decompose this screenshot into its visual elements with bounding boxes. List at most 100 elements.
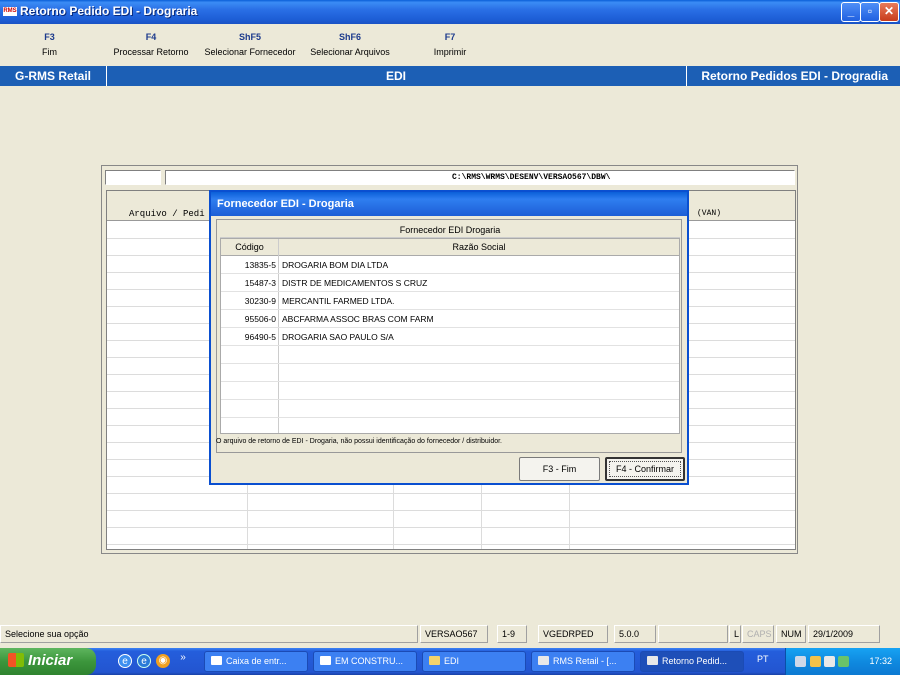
task-rms-retail[interactable]: RMS Retail - [... <box>531 651 635 672</box>
mail-icon <box>211 656 222 665</box>
cell-codigo: 30230-9 <box>244 296 276 306</box>
header-product: G-RMS Retail <box>14 69 91 83</box>
fkey-fim[interactable]: F3 Fim <box>27 32 72 57</box>
task-label: Retorno Pedid... <box>662 656 728 666</box>
cell-razao-social: ABCFARMA ASSOC BRAS COM FARM <box>282 314 434 324</box>
fkey-imprimir[interactable]: F7 Imprimir <box>425 32 475 57</box>
fim-button[interactable]: F3 - Fim <box>519 457 600 481</box>
maximize-button[interactable]: ▫ <box>860 2 880 22</box>
fornecedor-grid[interactable]: Código Razão Social 13835-5 DROGARIA BOM… <box>220 238 680 434</box>
rms-icon <box>647 656 658 665</box>
empty-row[interactable] <box>221 346 679 364</box>
task-label: EDI <box>444 656 460 666</box>
empty-row[interactable] <box>221 382 679 400</box>
fkey-label: Imprimir <box>433 47 467 57</box>
cell-razao-social: DISTR DE MEDICAMENTOS S CRUZ <box>282 278 428 288</box>
path-field-1[interactable] <box>105 170 161 185</box>
directory-path: C:\RMS\WRMS\DESENV\VERSAO567\DBW\ <box>452 173 611 182</box>
network-icon[interactable] <box>795 656 806 667</box>
col-arquivo-pedido: Arquivo / Pedi <box>129 209 205 219</box>
module-header: G-RMS Retail EDI Retorno Pedidos EDI - D… <box>0 66 900 86</box>
table-row[interactable]: 95506-0 ABCFARMA ASSOC BRAS COM FARM <box>221 310 679 328</box>
task-caixa-de-entrada[interactable]: Caixa de entr... <box>204 651 308 672</box>
quicklaunch-overflow-icon[interactable]: » <box>176 651 190 665</box>
task-retorno-pedido[interactable]: Retorno Pedid... <box>640 651 744 672</box>
task-label: Caixa de entr... <box>226 656 287 666</box>
task-em-construcao[interactable]: EM CONSTRU... <box>313 651 417 672</box>
security-icon[interactable] <box>810 656 821 667</box>
grid-line <box>107 527 795 528</box>
task-label: EM CONSTRU... <box>335 656 404 666</box>
status-message: Selecione sua opção <box>0 625 418 643</box>
directory-field[interactable]: C:\RMS\WRMS\DESENV\VERSAO567\DBW\ <box>165 170 795 185</box>
cell-codigo: 95506-0 <box>244 314 276 324</box>
language-indicator[interactable]: PT <box>757 654 769 664</box>
fkey-label: Processar Retorno <box>113 47 189 57</box>
status-release: 5.0.0 <box>614 625 656 643</box>
fornecedor-grid-header: Código Razão Social <box>221 239 679 256</box>
status-range: 1-9 <box>497 625 527 643</box>
fkey-code: F7 <box>444 32 456 42</box>
cell-razao-social: DROGARIA BOM DIA LTDA <box>282 260 389 270</box>
empty-row[interactable] <box>221 400 679 418</box>
media-icon[interactable]: ◉ <box>156 654 170 668</box>
task-edi-folder[interactable]: EDI <box>422 651 526 672</box>
dialog-message: O arquivo de retorno de EDI - Drogaria, … <box>216 438 502 445</box>
status-date: 29/1/2009 <box>808 625 880 643</box>
dialog-title[interactable]: Fornecedor EDI - Drogaria <box>211 192 687 216</box>
close-button[interactable]: ✕ <box>879 2 899 22</box>
rms-icon <box>538 656 549 665</box>
grid-line <box>107 544 795 545</box>
fkey-label: Selecionar Fornecedor <box>204 47 296 57</box>
col-van: (VAN) <box>697 209 722 218</box>
empty-row[interactable] <box>221 364 679 382</box>
grid-caption: Fornecedor EDI Drogaria <box>220 223 680 238</box>
fkey-label: Selecionar Arquivos <box>310 47 390 57</box>
table-row[interactable]: 15487-3 DISTR DE MEDICAMENTOS S CRUZ <box>221 274 679 292</box>
start-button[interactable]: Iniciar <box>0 648 96 675</box>
col-razao-social[interactable]: Razão Social <box>279 242 679 252</box>
header-module: EDI <box>385 69 406 83</box>
cell-codigo: 96490-5 <box>244 332 276 342</box>
app-icon: RMS <box>3 7 17 16</box>
fkey-code: ShF5 <box>238 32 261 42</box>
fkey-code: F4 <box>145 32 157 42</box>
fkey-code: F3 <box>44 32 55 42</box>
browser-icon[interactable]: e <box>137 654 151 668</box>
col-codigo[interactable]: Código <box>221 242 278 252</box>
confirmar-button-label: F4 - Confirmar <box>609 461 681 477</box>
ie-icon[interactable]: e <box>118 654 132 668</box>
status-num: NUM <box>776 625 806 643</box>
messenger-icon[interactable] <box>838 656 849 667</box>
cell-codigo: 13835-5 <box>244 260 276 270</box>
document-icon <box>320 656 331 665</box>
fkey-selecionar-fornecedor[interactable]: ShF5 Selecionar Fornecedor <box>200 32 300 57</box>
grid-line <box>107 493 795 494</box>
taskbar: Iniciar e e ◉ » Caixa de entr... EM CONS… <box>0 648 900 675</box>
system-tray: 17:32 <box>785 648 900 675</box>
cell-razao-social: DROGARIA SAO PAULO S/A <box>282 332 394 342</box>
window-title: Retorno Pedido EDI - Drograria <box>20 4 198 18</box>
fkey-code: ShF6 <box>338 32 361 42</box>
status-bar: Selecione sua opção VERSAO567 1-9 VGEDRP… <box>0 624 900 644</box>
fornecedor-dialog: Fornecedor EDI - Drogaria Fornecedor EDI… <box>209 190 689 485</box>
confirmar-button[interactable]: F4 - Confirmar <box>605 457 685 481</box>
table-row[interactable]: 96490-5 DROGARIA SAO PAULO S/A <box>221 328 679 346</box>
function-key-toolbar: F3 Fim F4 Processar Retorno ShF5 Selecio… <box>0 24 900 66</box>
status-version: VERSAO567 <box>420 625 488 643</box>
table-row[interactable]: 30230-9 MERCANTIL FARMED LTDA. <box>221 292 679 310</box>
fkey-selecionar-arquivos[interactable]: ShF6 Selecionar Arquivos <box>305 32 395 57</box>
table-row[interactable]: 13835-5 DROGARIA BOM DIA LTDA <box>221 256 679 274</box>
title-bar: RMS Retorno Pedido EDI - Drograria _ ▫ ✕ <box>0 0 900 24</box>
fkey-label: Fim <box>42 47 57 57</box>
rms-tray-icon[interactable] <box>824 656 835 667</box>
status-program: VGEDRPED <box>538 625 608 643</box>
start-label: Iniciar <box>28 652 73 669</box>
cell-codigo: 15487-3 <box>244 278 276 288</box>
windows-logo-icon <box>8 653 24 667</box>
fkey-processar-retorno[interactable]: F4 Processar Retorno <box>106 32 196 57</box>
grid-line <box>107 510 795 511</box>
status-caps: CAPS <box>742 625 774 643</box>
minimize-button[interactable]: _ <box>841 2 861 22</box>
clock[interactable]: 17:32 <box>869 656 892 666</box>
